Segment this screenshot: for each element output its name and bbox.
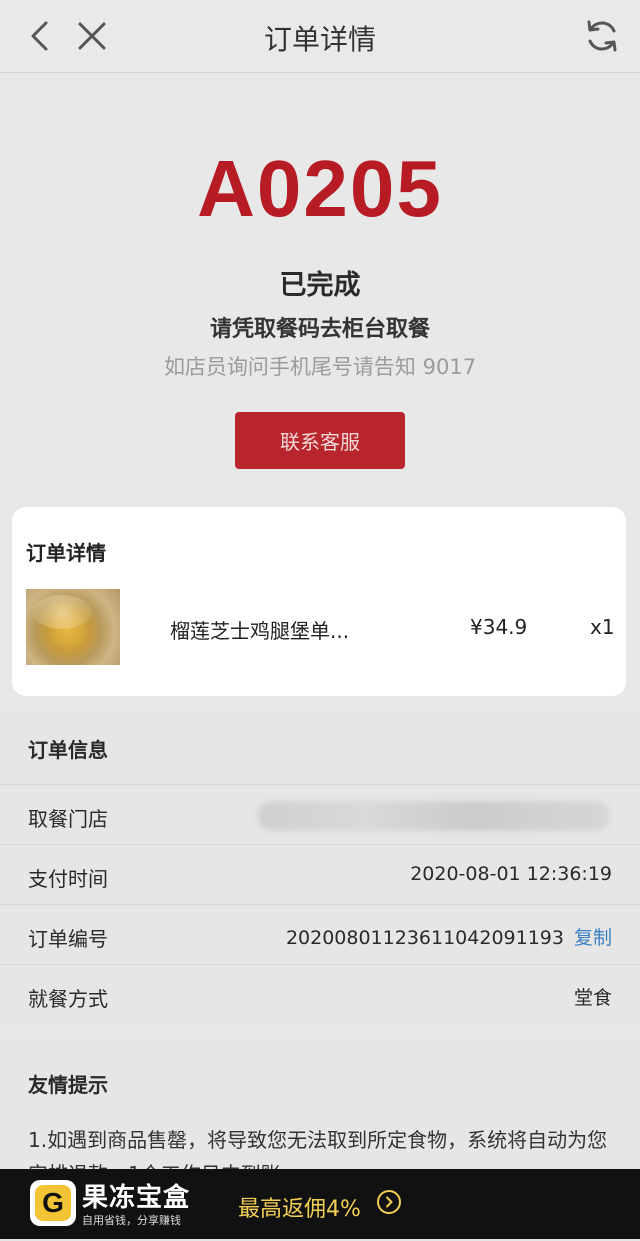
order-info-title: 订单信息 [28,738,108,762]
order-status-section: A0205 已完成 请凭取餐码去柜台取餐 如店员询问手机尾号请告知 9017 联… [0,73,640,493]
refresh-icon [587,20,617,52]
store-row: 取餐门店 [0,784,640,845]
pickup-code: A0205 [197,144,443,233]
reminder-title: 友情提示 [28,1073,108,1097]
store-label: 取餐门店 [28,807,108,831]
page-title: 订单详情 [263,23,376,56]
order-detail-card: 订单详情 榴莲芝士鸡腿堡单... ¥34.9 x1 [12,507,626,696]
promo-banner[interactable]: G 果冻宝盒 自用省钱，分享赚钱 最高返佣4% [0,1169,640,1239]
dining-mode-row: 就餐方式 堂食 [0,964,640,1025]
app-header: 订单详情 [0,0,640,73]
order-status: 已完成 [279,270,361,301]
item-thumbnail [26,589,120,665]
dining-mode-label: 就餐方式 [28,987,108,1011]
item-price: ¥34.9 [470,615,528,639]
pay-time-label: 支付时间 [28,867,108,891]
chevron-right-icon [386,1196,393,1208]
pay-time-value: 2020-08-01 12:36:19 [410,863,612,885]
item-quantity: x1 [590,615,615,639]
refresh-button[interactable] [580,14,624,58]
copy-order-number-link[interactable]: 复制 [574,927,612,949]
pickup-instruction: 请凭取餐码去柜台取餐 [209,317,430,342]
promo-logo-letter: G [35,1185,71,1221]
contact-service-button[interactable]: 联系客服 [235,412,405,469]
store-value-blurred [258,801,610,831]
promo-brand: 果冻宝盒 [82,1183,191,1213]
pay-time-row: 支付时间 2020-08-01 12:36:19 [0,844,640,905]
order-number-row: 订单编号 20200801123611042091193 复制 [0,904,640,965]
item-name[interactable]: 榴莲芝士鸡腿堡单... [170,615,349,644]
promo-arrow-button[interactable] [377,1190,401,1214]
promo-slogan: 自用省钱，分享赚钱 [82,1214,181,1227]
dining-mode-value: 堂食 [573,987,612,1009]
promo-logo: G [30,1180,76,1226]
order-number-value: 20200801123611042091193 [285,927,564,949]
order-number-label: 订单编号 [28,927,108,951]
promo-cashback[interactable]: 最高返佣4% [238,1191,361,1223]
phone-hint: 如店员询问手机尾号请告知 9017 [163,355,477,379]
order-detail-title: 订单详情 [26,541,106,565]
order-info-section: 订单信息 取餐门店 支付时间 2020-08-01 12:36:19 订单编号 … [0,708,640,1023]
order-number-value-group: 20200801123611042091193 复制 [286,923,612,950]
